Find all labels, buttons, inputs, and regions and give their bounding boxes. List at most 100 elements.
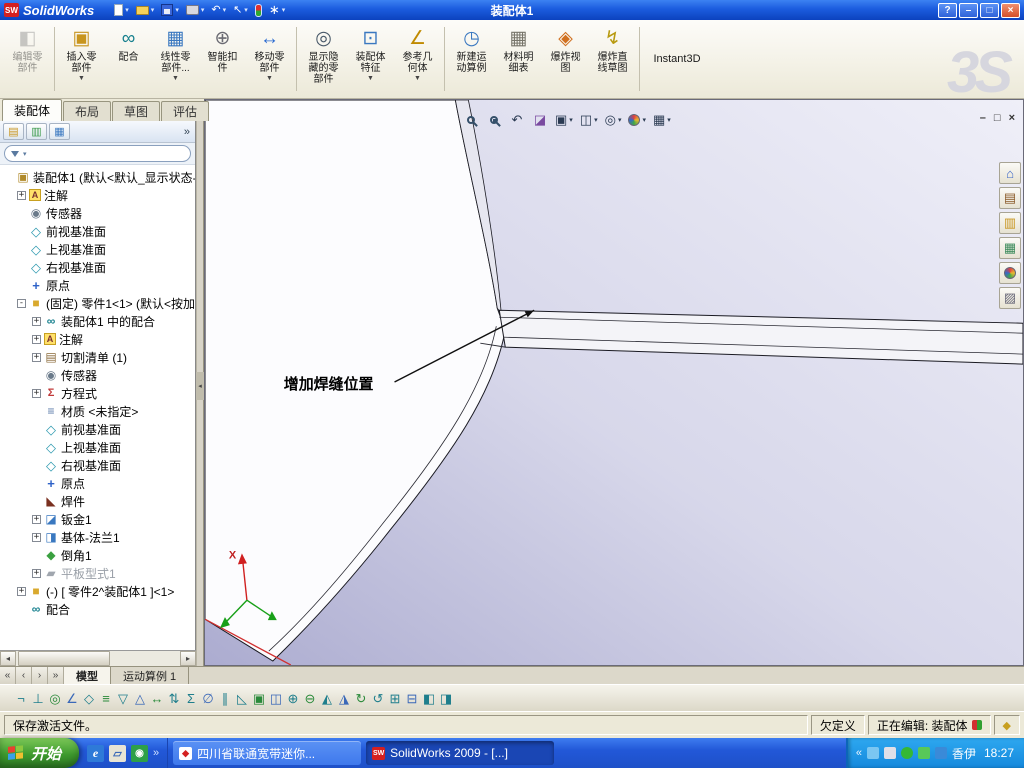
bottom-toolbar-icon[interactable]: ∅ [201,692,215,705]
expand-toggle-icon[interactable]: + [17,190,26,200]
tree-item-material[interactable]: 材质 <未指定> [0,402,195,420]
maximize-button[interactable]: □ [980,2,999,18]
chevron-down-icon[interactable]: ▾ [569,116,573,124]
taskbar-task-browser[interactable]: 四川省联通宽带迷你... [173,741,362,765]
edit-appearance-button[interactable]: ▾ [626,110,648,130]
view-palette-button[interactable] [999,237,1021,259]
chevron-down-icon[interactable]: ▾ [244,6,248,14]
tray-icon-5[interactable] [934,747,947,759]
annotation-text[interactable]: 增加焊缝位置 [284,375,374,393]
tree-item-part2[interactable]: + (-) [ 零件2^装配体1 ]<1> [0,582,195,600]
chevron-down-icon[interactable]: ▾ [618,116,622,124]
tree-item-annotations[interactable]: + 注解 [0,186,195,204]
expand-toggle-icon[interactable]: - [17,298,26,308]
expand-toggle-icon[interactable]: + [32,532,41,542]
toolbar-button-linear-component-pattern[interactable]: 线性零 部件...▼ [152,22,199,96]
expand-toggle-icon[interactable]: + [32,334,41,344]
chevron-down-icon[interactable]: ▾ [223,6,227,14]
minimize-button[interactable]: – [959,2,978,18]
bottom-toolbar-icon[interactable]: ⊞ [388,692,402,705]
new-document-button[interactable]: ▾ [112,2,131,18]
scroll-left-button[interactable]: ◂ [0,651,16,666]
chevron-down-icon[interactable]: ▾ [175,6,179,14]
document-minimize-button[interactable]: – [980,112,986,124]
appearances-button[interactable] [999,262,1021,284]
file-explorer-button[interactable] [999,212,1021,234]
tray-icon-1[interactable] [866,747,879,759]
tab-layout[interactable]: 布局 [63,101,112,121]
bottom-toolbar-icon[interactable]: ◭ [320,692,334,705]
tray-icon-4[interactable] [917,747,930,759]
propertymanager-tab[interactable] [26,123,47,140]
bottom-toolbar-icon[interactable]: ◨ [439,692,453,705]
chevron-down-icon[interactable]: ▾ [667,116,671,124]
graphics-area[interactable]: X 增加焊缝位置 ▾ ▾ ▾ ▾ ▾ – [204,99,1024,666]
close-button[interactable]: × [1001,2,1020,18]
chevron-down-icon[interactable]: ▾ [201,6,205,14]
tray-icon-2[interactable] [883,747,896,759]
bottom-toolbar-icon[interactable]: ◎ [48,692,62,705]
show-desktop-icon[interactable] [109,744,127,762]
tab-assembly[interactable]: 装配体 [2,99,63,121]
toolbar-button-show-hidden-components[interactable]: 显示隐 藏的零 部件 [300,22,347,96]
tree-item-sensors[interactable]: 传感器 [0,366,195,384]
tree-item-top-plane[interactable]: 上视基准面 [0,438,195,456]
toolbar-button-mate[interactable]: 配合 [105,22,152,96]
chevron-down-icon[interactable]: ▾ [282,6,286,14]
tree-item-origin[interactable]: 原点 [0,276,195,294]
tab-model[interactable]: 模型 [64,667,111,684]
bottom-toolbar-icon[interactable]: ◫ [269,692,283,705]
expand-toggle-icon[interactable]: + [32,388,41,398]
chevron-down-icon[interactable]: ▾ [125,6,129,14]
chevron-down-icon[interactable]: ▾ [151,6,155,14]
bottom-toolbar-icon[interactable]: ▣ [252,692,266,705]
tree-item-chamfer1[interactable]: 倒角1 [0,546,195,564]
media-player-icon[interactable] [131,744,149,762]
open-button[interactable]: ▾ [134,2,157,18]
bottom-toolbar-icon[interactable]: ◧ [422,692,436,705]
save-button[interactable]: ▾ [159,2,181,18]
tray-chevron[interactable]: « [856,747,862,759]
tree-item-sheet-metal1[interactable]: + 钣金1 [0,510,195,528]
zoom-fit-button[interactable] [461,110,481,130]
tree-item-cut-list[interactable]: + 切割清单 (1) [0,348,195,366]
scrollbar-thumb[interactable] [18,651,110,666]
tree-horizontal-scrollbar[interactable]: ◂ ▸ [0,650,196,666]
design-library-button[interactable] [999,187,1021,209]
tree-item-front-plane[interactable]: 前视基准面 [0,420,195,438]
chevron-down-icon[interactable]: ▼ [78,75,85,83]
select-button[interactable]: ▾ [231,2,250,18]
bottom-toolbar-icon[interactable]: ◇ [82,692,96,705]
toolbar-button-insert-components[interactable]: 插入零 部件▼ [58,22,105,96]
tree-item-right-plane[interactable]: 右视基准面 [0,456,195,474]
help-button[interactable]: ? [938,2,957,18]
tab-sketch[interactable]: 草图 [112,101,161,121]
document-restore-button[interactable]: □ [994,112,1001,124]
solidworks-resources-button[interactable] [999,162,1021,184]
toolbar-button-assembly-features[interactable]: 装配体 特征▼ [347,22,394,96]
bottom-toolbar-icon[interactable]: ↺ [371,692,385,705]
bottom-toolbar-icon[interactable]: ∥ [218,692,232,705]
bottom-toolbar-icon[interactable]: ▽ [116,692,130,705]
view-orientation-button[interactable]: ▾ [553,110,575,130]
filter-input[interactable]: ▾ [4,145,191,162]
document-close-button[interactable]: × [1009,112,1015,124]
tree-item-part1[interactable]: - (固定) 零件1<1> (默认<按加 [0,294,195,312]
options-button[interactable]: ▾ [267,2,287,18]
bottom-toolbar-icon[interactable]: ⇅ [167,692,181,705]
tree-item-front-plane[interactable]: 前视基准面 [0,222,195,240]
chevron-down-icon[interactable]: ▾ [23,150,27,158]
tab-evaluate[interactable]: 评估 [161,101,210,121]
undo-button[interactable]: ▾ [209,2,228,18]
bottom-toolbar-icon[interactable]: ⊖ [303,692,317,705]
bottom-toolbar-icon[interactable]: ↔ [150,692,164,705]
tray-icon-3[interactable] [900,747,913,759]
tab-nav-next-button[interactable]: › [32,667,48,684]
expand-toggle-icon[interactable]: + [32,568,41,578]
tree-item-mates[interactable]: 配合 [0,600,195,618]
tree-item-weldment[interactable]: 焊件 [0,492,195,510]
expand-toggle-icon[interactable]: + [32,514,41,524]
status-corner-icon[interactable] [993,715,1020,735]
bottom-toolbar-icon[interactable]: ⊕ [286,692,300,705]
chevron-down-icon[interactable]: ▼ [172,75,179,83]
